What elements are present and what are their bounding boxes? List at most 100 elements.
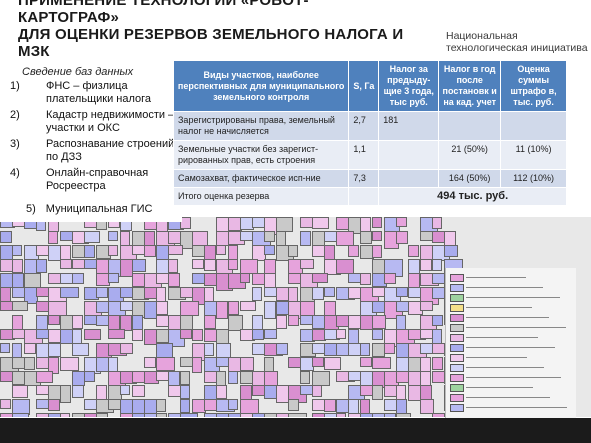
title-line: МЗК — [18, 43, 50, 60]
map-parcel — [312, 385, 322, 397]
item-text: Кадастр недвижимости – участки и ОКС — [46, 109, 175, 134]
list-item: 3) Распознавание строений по ДЗЗ — [0, 138, 182, 164]
map-parcel — [432, 315, 443, 326]
map-parcel — [12, 301, 28, 311]
map-parcel — [204, 259, 216, 271]
map-parcel — [0, 343, 10, 353]
map-parcel — [228, 371, 238, 384]
map-parcel — [372, 245, 382, 258]
title-line: КАРТОГРАФ» — [18, 9, 120, 26]
map-parcel — [240, 357, 254, 371]
data-sources-list: 1) ФНС – физлица плательщики налога 2) Кад… — [0, 80, 182, 196]
map-parcel — [288, 399, 299, 411]
brand-line: технологическая инициатива — [446, 42, 588, 54]
map-parcel — [36, 371, 53, 383]
map-parcel — [240, 273, 250, 283]
map-parcel — [252, 329, 264, 340]
page-title: ПРИМЕНЕНИЕ ТЕХНОЛОГИИ «РОБОТ- КАРТОГРАФ»… — [18, 0, 438, 60]
map-parcel — [72, 385, 84, 398]
map-parcel — [60, 357, 79, 371]
map-parcel — [264, 301, 276, 319]
map-parcel — [132, 259, 146, 272]
map-parcel — [372, 329, 383, 340]
map-parcel — [96, 413, 108, 417]
legend-swatch — [450, 324, 464, 332]
table-cell — [438, 111, 502, 141]
map-parcel — [108, 245, 118, 256]
map-parcel — [300, 231, 311, 246]
map-parcel — [228, 399, 238, 410]
map-parcel — [300, 371, 310, 384]
map-parcel — [84, 371, 95, 382]
map-parcel — [384, 273, 396, 284]
map-parcel — [420, 301, 433, 311]
map-parcel — [180, 413, 198, 417]
table-cell: Самозахват, фактическое исп-ние — [172, 169, 350, 188]
legend-text-line — [466, 347, 555, 348]
map-parcel — [60, 413, 70, 417]
legend-text-line — [466, 407, 567, 408]
bottom-bar — [0, 418, 591, 443]
data-sources-heading: Сведение баз данных — [22, 66, 134, 78]
table-cell — [378, 169, 440, 188]
column-header: S, Га — [348, 60, 380, 112]
table-row: Самозахват, фактическое исп-ние 7,3 164 … — [172, 169, 567, 188]
column-header: Виды участков, наиболее перспективных дл… — [172, 60, 350, 112]
map-parcel — [312, 287, 324, 300]
legend-text-line — [466, 287, 543, 288]
legend-swatch — [450, 354, 464, 362]
map-parcel — [24, 343, 36, 354]
map-parcel — [432, 217, 442, 229]
map-parcel — [324, 357, 341, 370]
item-number: 2) — [10, 109, 20, 121]
table-cell: Земельные участки без зарегист-рированны… — [172, 140, 350, 170]
map-parcel — [12, 385, 28, 398]
map-parcel — [228, 245, 238, 260]
map-parcel — [348, 329, 359, 344]
map-parcel — [48, 231, 58, 244]
map-parcel — [168, 245, 183, 255]
map-parcel — [180, 301, 199, 316]
table-cell: 21 (50%) — [438, 140, 502, 170]
item-text: Распознавание строений по ДЗЗ — [46, 138, 175, 163]
table-row: Зарегистрированы права, земельный налог … — [172, 111, 567, 141]
map-parcel — [60, 385, 71, 403]
map-parcel — [336, 329, 346, 339]
map-parcel — [264, 231, 275, 242]
map-parcel — [132, 385, 145, 397]
map-parcel — [48, 343, 61, 357]
map-parcel — [0, 287, 11, 302]
map-parcel — [72, 273, 84, 284]
map-parcel — [312, 273, 328, 283]
map-parcel — [84, 329, 101, 340]
legend-swatch — [450, 394, 464, 402]
map-parcel — [276, 315, 287, 329]
map-parcel — [216, 301, 228, 319]
map-parcel — [324, 399, 336, 412]
legend-text-line — [466, 327, 566, 328]
map-parcel — [144, 245, 156, 257]
table-row: Земельные участки без зарегист-рированны… — [172, 140, 567, 170]
legend-text-line — [466, 387, 533, 388]
list-item: 1) ФНС – физлица плательщики налога — [0, 80, 182, 106]
table-cell: 2,7 — [348, 111, 380, 141]
item-text: ФНС – физлица плательщики налога — [46, 80, 152, 105]
map-parcel — [36, 259, 47, 273]
map-parcel — [228, 259, 238, 270]
table-cell: 11 (10%) — [500, 140, 567, 170]
legend-swatch — [450, 314, 464, 322]
legend-text-line — [466, 377, 561, 378]
legend-swatch — [450, 294, 464, 302]
map-parcel — [396, 231, 408, 244]
map-parcel — [312, 217, 329, 229]
table-cell: 7,3 — [348, 169, 380, 188]
map-parcel — [60, 259, 72, 269]
map-parcel — [12, 315, 23, 330]
map-parcel — [0, 231, 12, 243]
map-parcel — [252, 287, 262, 301]
map-parcel — [336, 231, 354, 246]
map-parcel — [84, 231, 100, 243]
map-parcel — [312, 357, 324, 367]
map-parcel — [96, 385, 107, 400]
map-parcel — [276, 217, 293, 232]
